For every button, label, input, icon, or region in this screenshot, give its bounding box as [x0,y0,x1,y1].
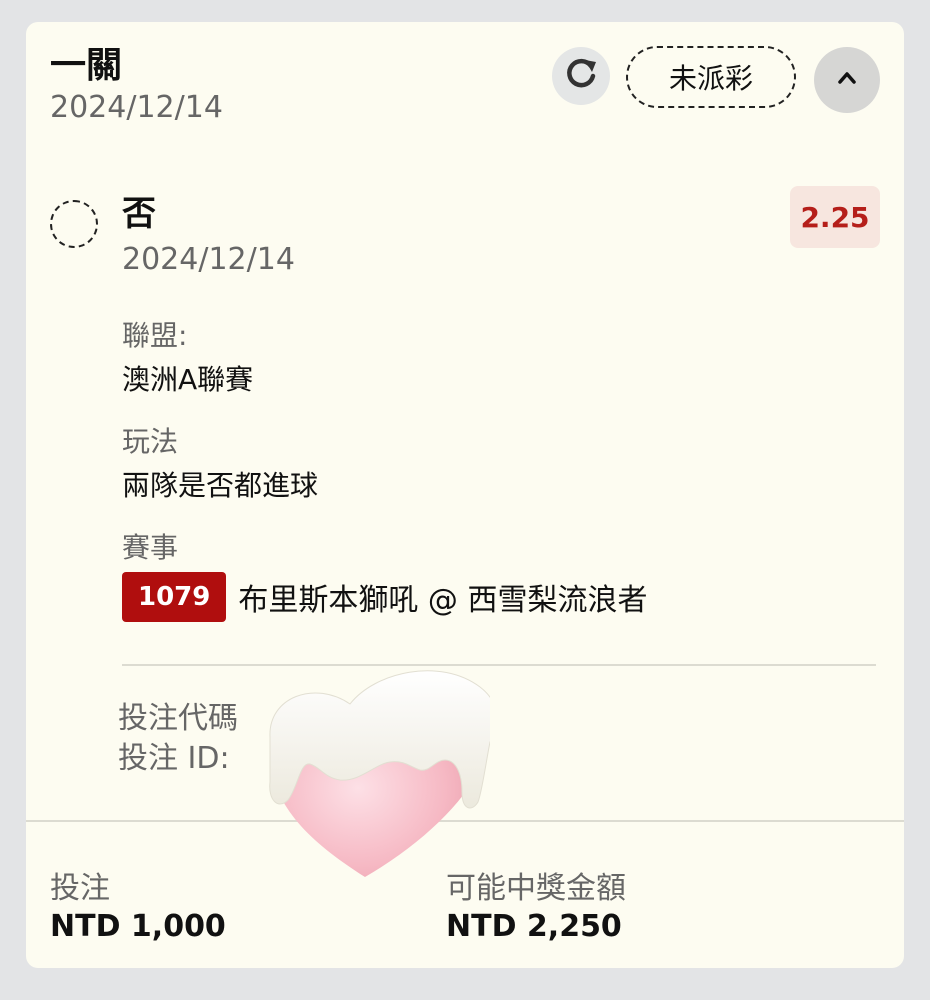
payout-value: NTD 2,250 [446,909,622,944]
stake-value: NTD 1,000 [50,909,226,944]
odds-badge: 2.25 [790,186,880,248]
league-value: 澳洲A聯賽 [122,363,254,396]
event-id-badge: 1079 [122,572,227,622]
event-row: 1079 布里斯本獅吼 @ 西雪梨流浪者 [122,572,647,622]
section-divider [122,664,876,666]
league-label: 聯盟: [122,319,188,352]
chevron-up-icon [834,65,860,95]
bet-date: 2024/12/14 [50,90,223,125]
status-badge: 未派彩 [626,46,796,108]
bet-type-title: 一關 [50,45,123,86]
refresh-button[interactable] [552,47,610,105]
event-teams: 布里斯本獅吼 @ 西雪梨流浪者 [238,583,648,618]
event-label: 賽事 [122,531,179,564]
refresh-icon [561,54,601,98]
bet-id-label: 投注 ID: [118,741,230,776]
heart-sticker-icon [240,642,499,882]
bet-card: 一關 2024/12/14 未派彩 否 2024/12/14 2.25 聯盟: … [26,22,904,968]
selection-radio[interactable] [50,200,98,248]
market-value: 兩隊是否都進球 [122,469,319,502]
selection-date: 2024/12/14 [122,242,295,277]
selection-name: 否 [122,194,156,234]
bet-code-label: 投注代碼 [118,701,238,736]
market-label: 玩法 [122,425,179,458]
stake-label: 投注 [50,871,110,906]
collapse-button[interactable] [814,47,880,113]
